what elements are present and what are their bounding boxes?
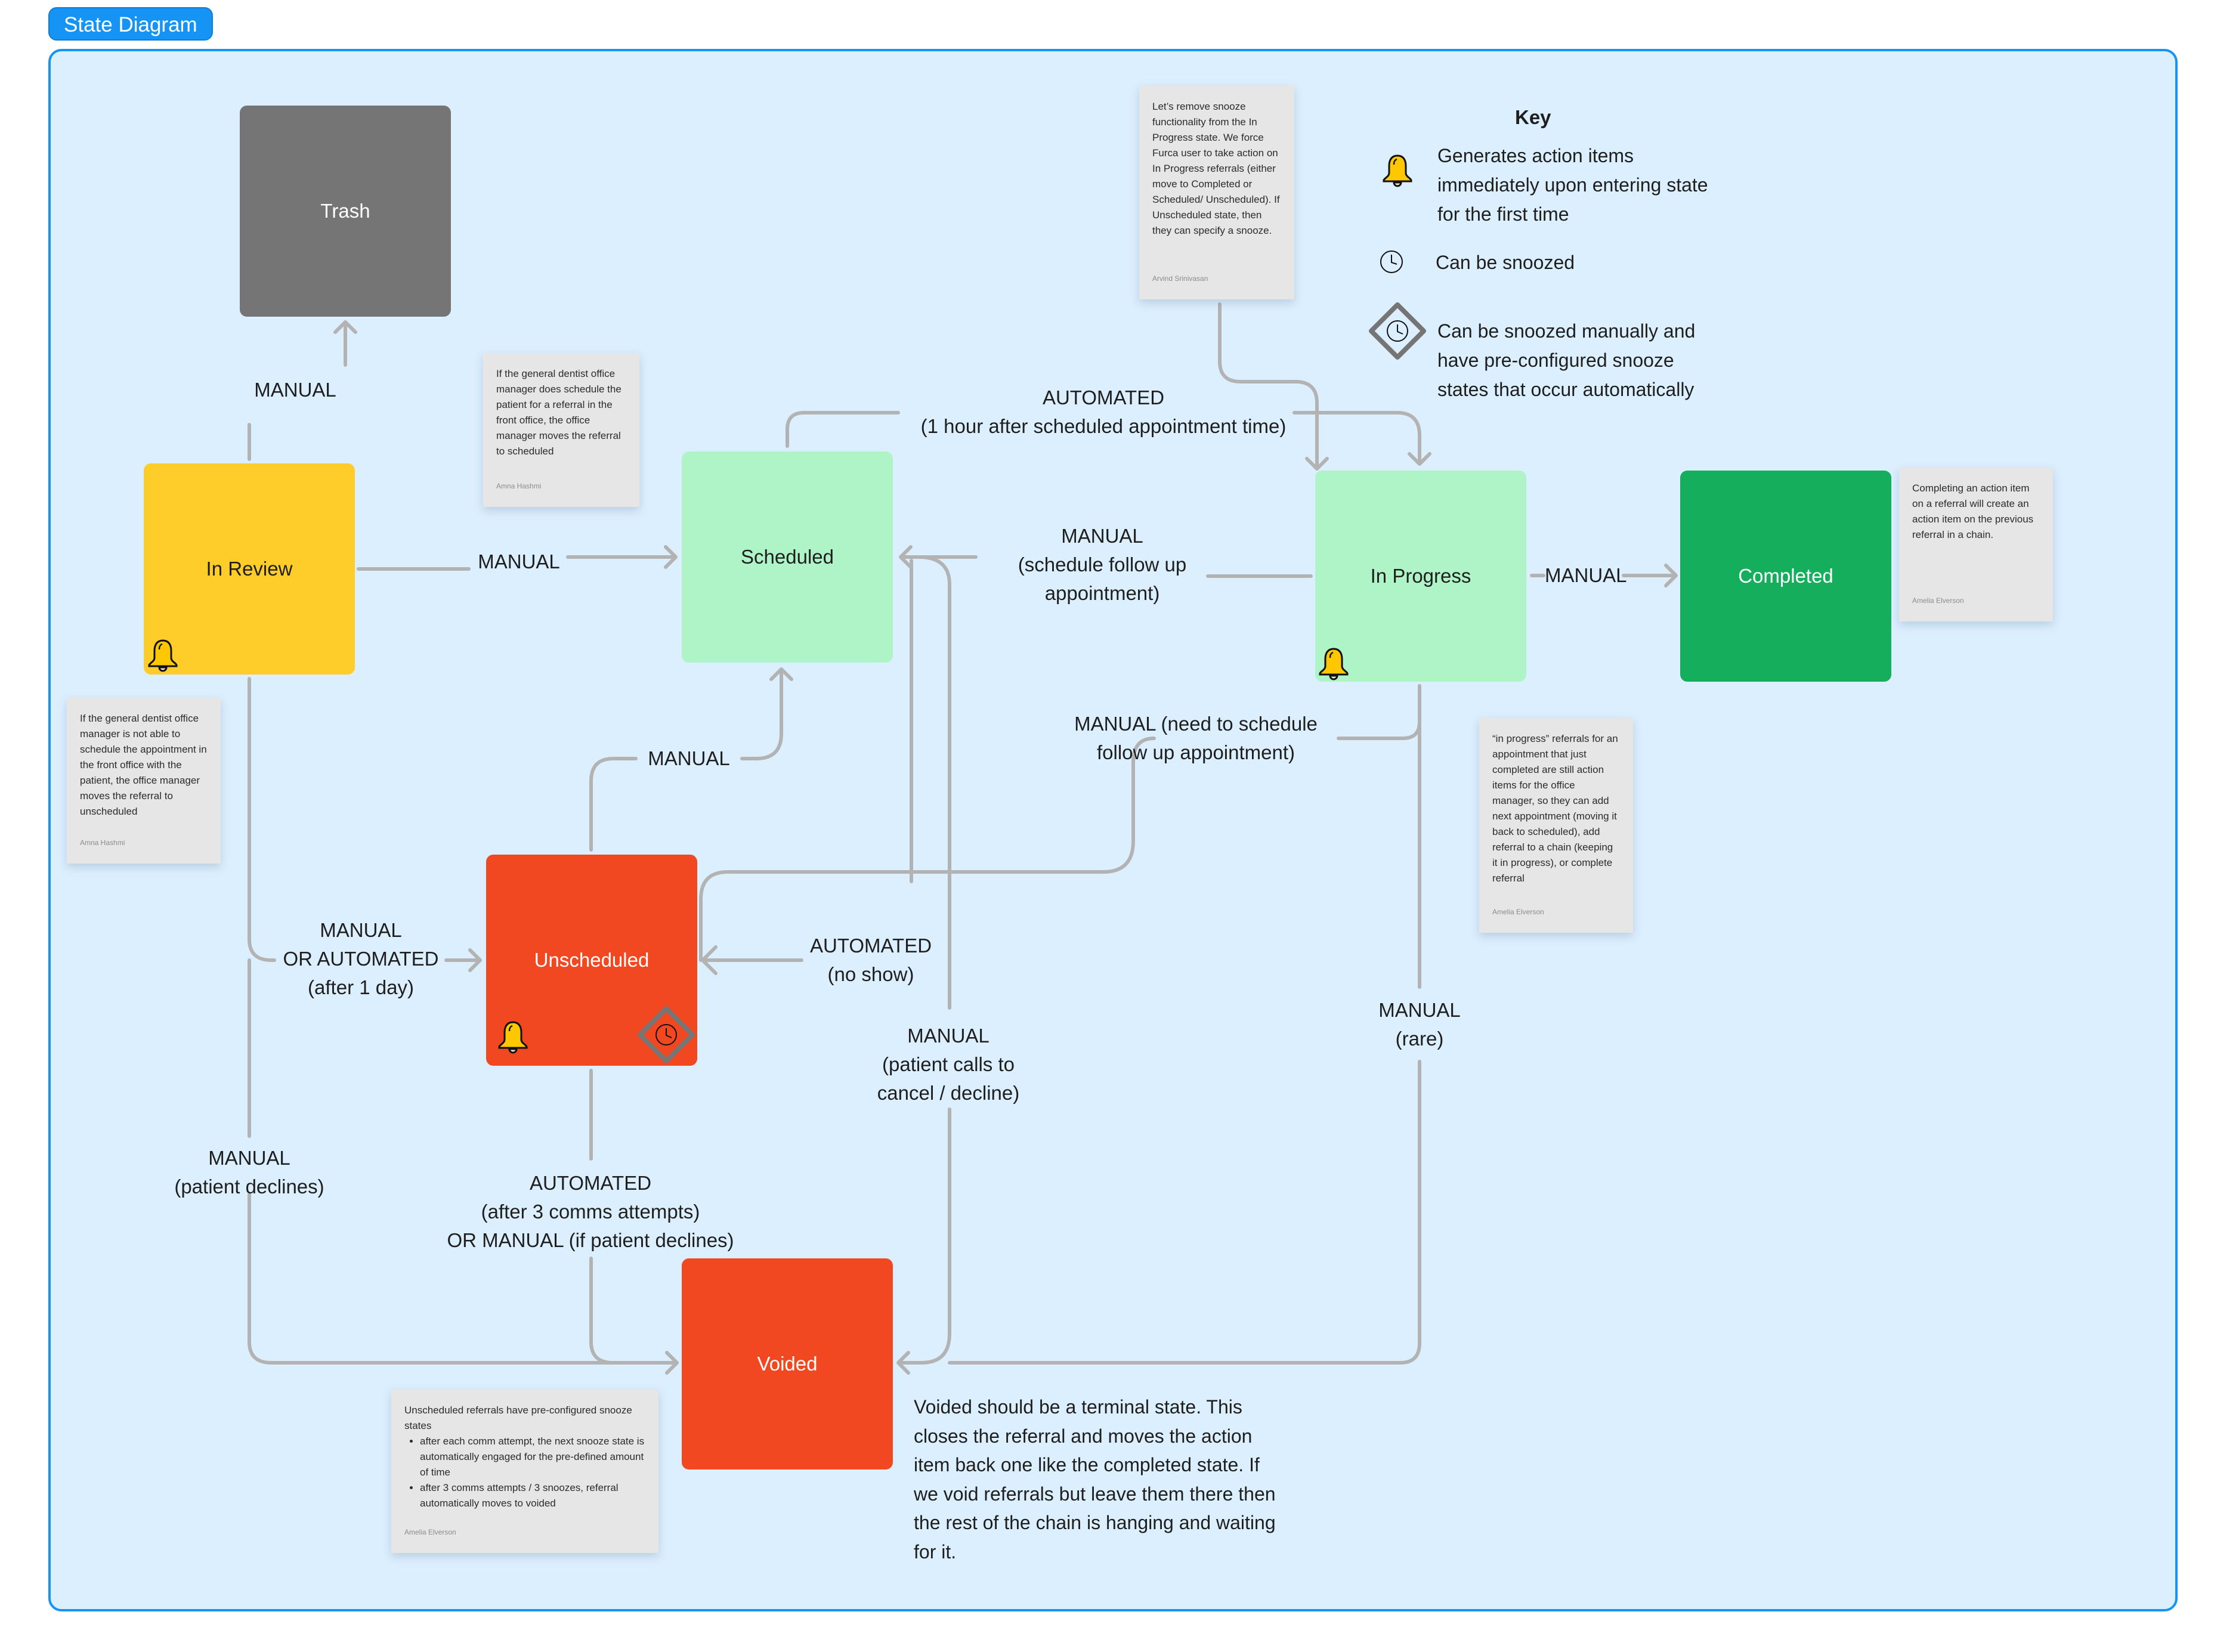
state-in-progress[interactable]: In Progress (1315, 471, 1526, 682)
sticky-author: Amna Hashmi (496, 482, 542, 490)
sticky-author: Amelia Elverson (404, 1528, 456, 1536)
snooze-diamond-icon (636, 1005, 696, 1065)
state-label: Completed (1738, 565, 1833, 587)
key-item-text: Can be snoozed (1436, 252, 1575, 273)
bell-icon (497, 1019, 529, 1054)
edge-label: MANUAL (1545, 564, 1627, 586)
state-scheduled[interactable]: Scheduled (682, 451, 893, 663)
sticky-text: Completing an action item on a referral … (1912, 482, 2034, 540)
key-item-text: Generates action items immediately upon e… (1437, 145, 1708, 225)
edge-label: MANUAL (need to schedule follow up appoin… (1074, 713, 1318, 763)
state-voided[interactable]: Voided (682, 1258, 893, 1470)
diagram-title-badge[interactable]: State Diagram (48, 7, 213, 41)
sticky-note[interactable]: Completing an action item on a referral … (1899, 468, 2053, 621)
edge-label: AUTOMATED (1 hour after scheduled appoint… (920, 386, 1287, 437)
edge-label: AUTOMATED (no show) (809, 935, 932, 985)
clock-icon (1380, 250, 1403, 273)
sticky-bullet: after 3 comms attempts / 3 snoozes, refe… (420, 1480, 645, 1511)
edge-label: MANUAL OR AUTOMATED (after 1 day) (283, 919, 439, 998)
key-title: Key (1515, 106, 1551, 128)
sticky-text: If the general dentist office manager do… (496, 368, 621, 457)
edge-label: MANUAL (254, 379, 336, 401)
state-label: In Review (206, 558, 293, 580)
sticky-bullet: after each comm attempt, the next snooze… (420, 1434, 645, 1480)
state-label: Scheduled (741, 546, 834, 568)
state-label: Unscheduled (534, 949, 650, 971)
sticky-note[interactable]: Unscheduled referrals have pre-configure… (391, 1390, 658, 1553)
edge-label: MANUAL (patient declines) (174, 1147, 324, 1198)
state-label: In Progress (1370, 565, 1471, 587)
key-item-text: Can be snoozed manually and have pre-conf… (1437, 320, 1696, 400)
edge-label: MANUAL (478, 550, 560, 573)
state-label: Trash (320, 200, 370, 222)
state-completed[interactable]: Completed (1680, 471, 1891, 682)
sticky-note[interactable]: If the general dentist office manager is… (67, 698, 221, 864)
state-trash[interactable]: Trash (240, 106, 451, 317)
sticky-author: Amna Hashmi (80, 839, 125, 847)
sticky-note[interactable]: Let’s remove snooze functionality from t… (1139, 86, 1294, 299)
voided-note: Voided should be a terminal state. This … (914, 1396, 1276, 1563)
state-label: Voided (757, 1353, 818, 1375)
state-unscheduled[interactable]: Unscheduled (486, 855, 697, 1066)
sticky-text: If the general dentist office manager is… (80, 713, 207, 817)
bell-icon (147, 638, 179, 672)
sticky-bullets: after each comm attempt, the next snooze… (404, 1434, 645, 1511)
edge-label: MANUAL (rare) (1378, 999, 1461, 1050)
sticky-text: Let’s remove snooze functionality from t… (1152, 101, 1280, 236)
sticky-note[interactable]: If the general dentist office manager do… (483, 353, 639, 507)
snooze-diamond-icon (1368, 301, 1427, 361)
edge-label: MANUAL (schedule follow up appointment) (1018, 525, 1187, 604)
sticky-author: Amelia Elverson (1912, 596, 1964, 605)
bell-icon (1381, 153, 1414, 187)
sticky-note[interactable]: “in progress” referrals for an appointme… (1479, 718, 1633, 933)
sticky-text: “in progress” referrals for an appointme… (1492, 733, 1618, 884)
state-in-review[interactable]: In Review (144, 463, 355, 675)
sticky-author: Arvind Srinivasan (1152, 274, 1208, 283)
bell-icon (1318, 646, 1350, 680)
edge-label: AUTOMATED (after 3 comms attempts) OR MANU… (447, 1172, 734, 1251)
sticky-text: Unscheduled referrals have pre-configure… (404, 1404, 632, 1431)
sticky-author: Amelia Elverson (1492, 908, 1544, 916)
edge-label: MANUAL (patient calls to cancel / decline) (877, 1025, 1020, 1104)
edge-label: MANUAL (648, 747, 730, 769)
